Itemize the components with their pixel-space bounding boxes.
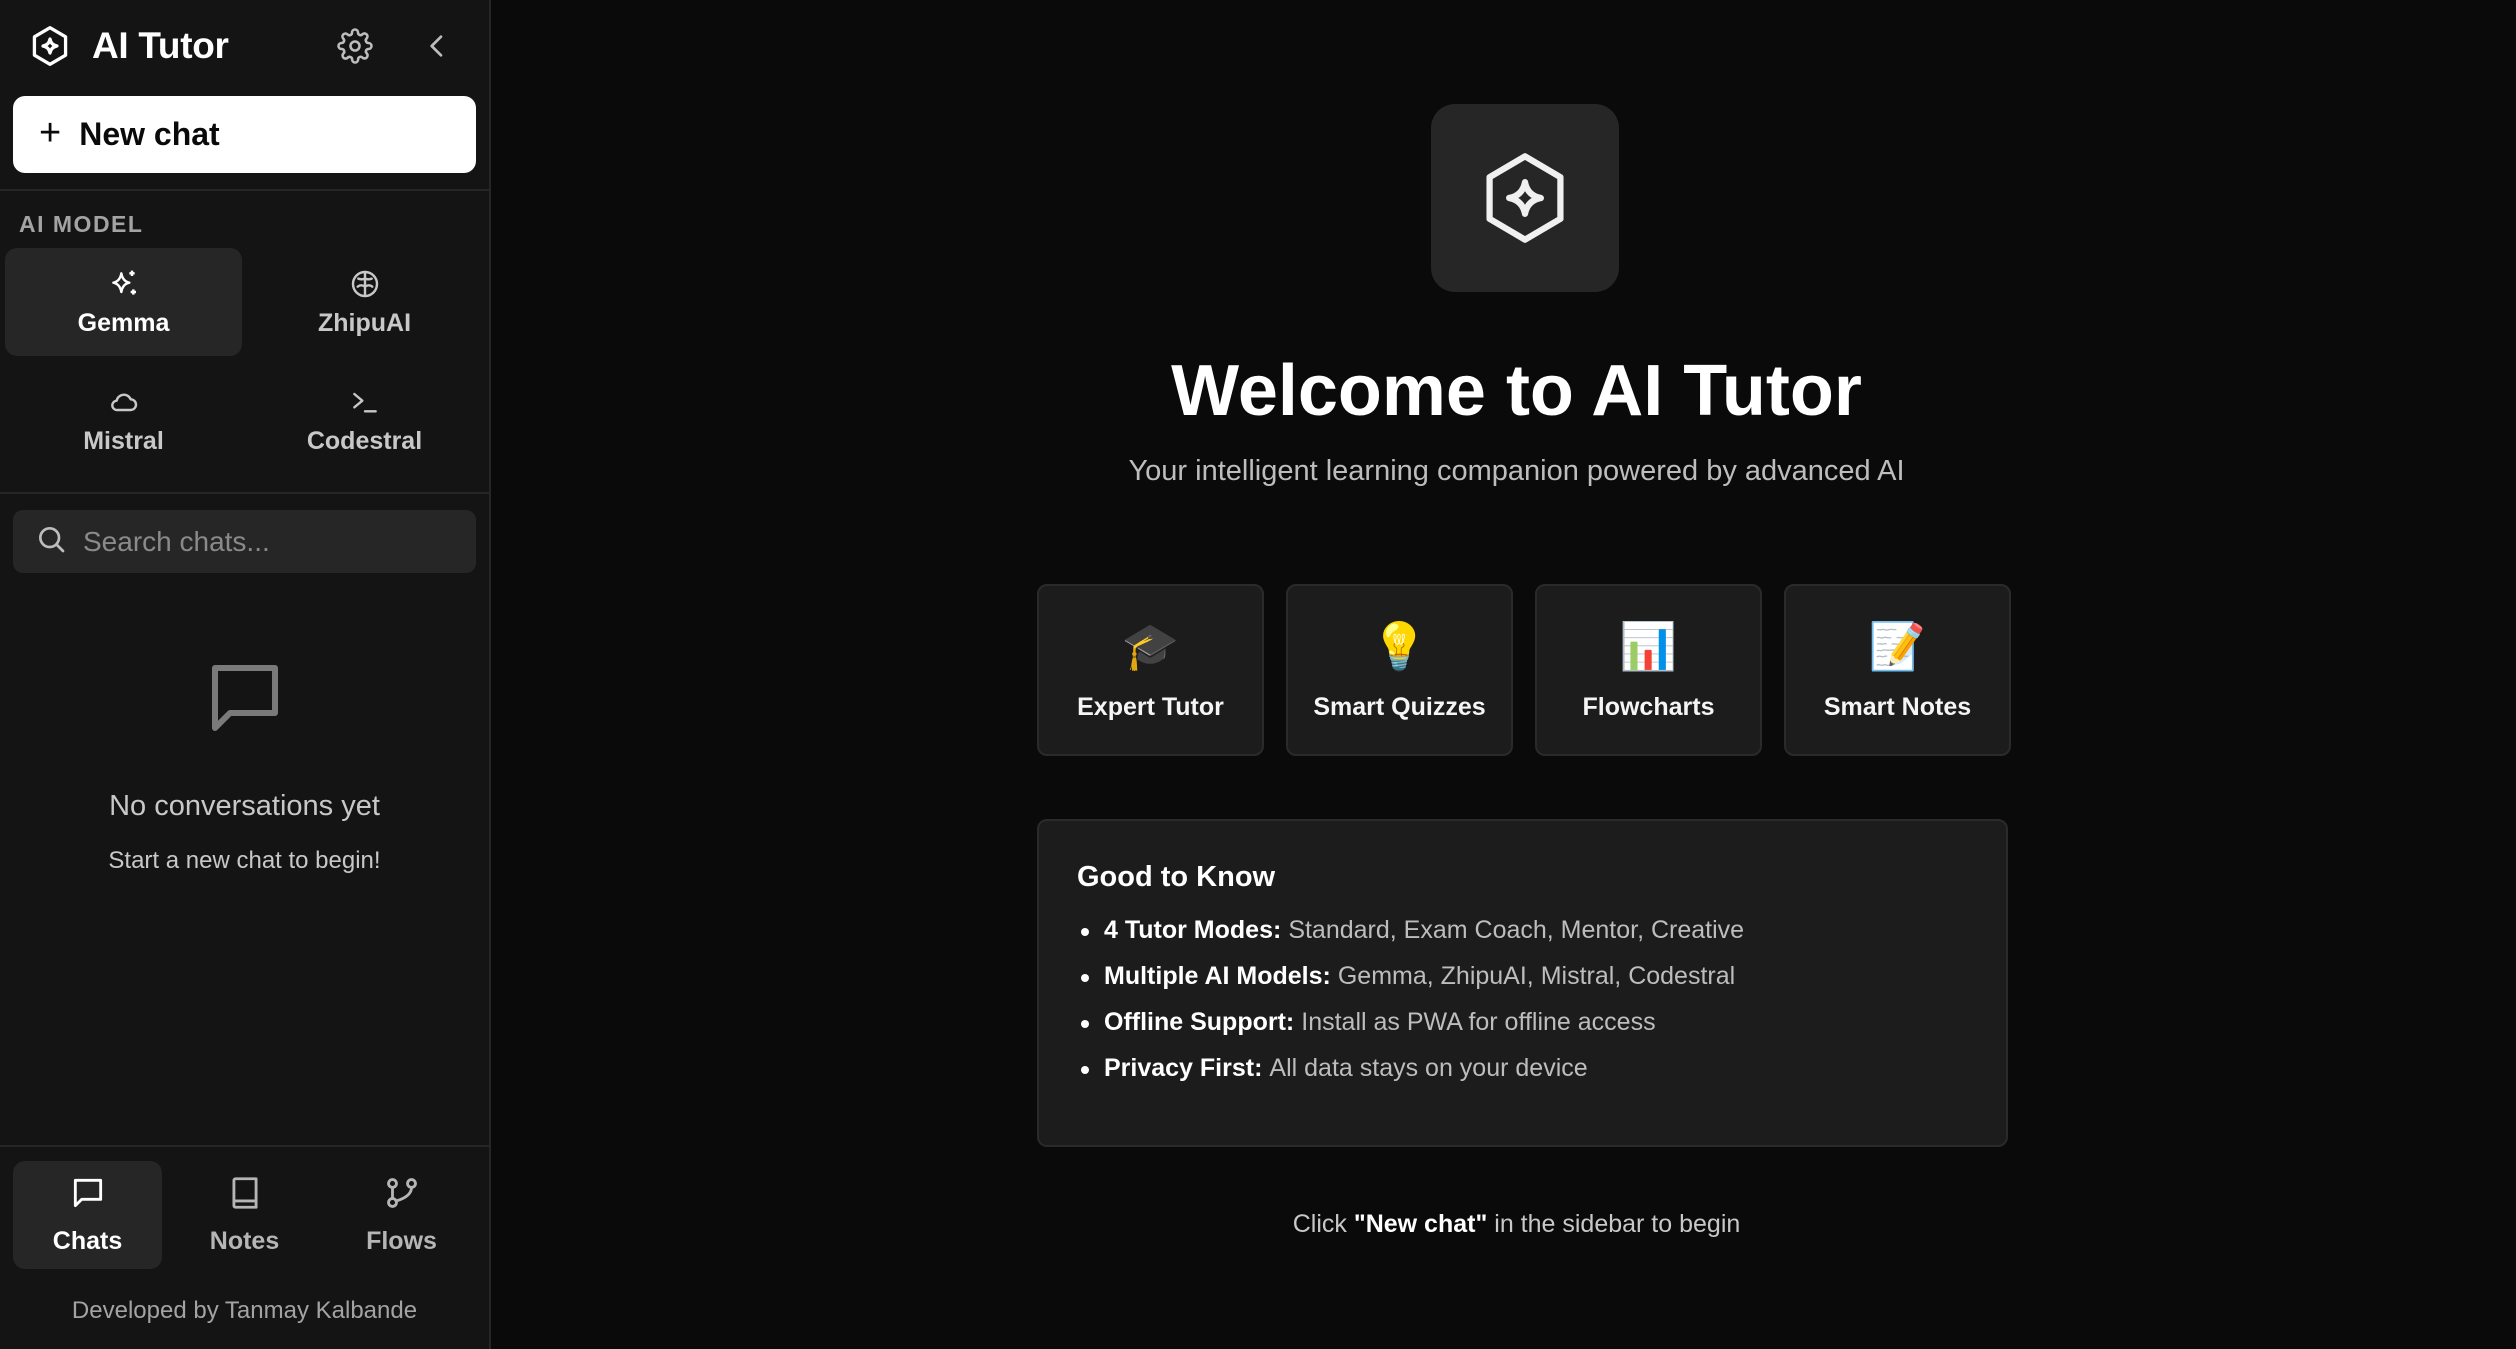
message-square-icon (200, 653, 290, 748)
item-key: 4 Tutor Modes: (1104, 916, 1282, 944)
new-chat-button[interactable]: + New chat (13, 96, 476, 173)
item-key: Privacy First: (1104, 1054, 1263, 1082)
model-selector: Gemma ZhipuAI Mistral Codestral (0, 248, 489, 492)
bottom-nav: Chats Notes Flows (0, 1145, 489, 1275)
model-label: Codestral (306, 426, 423, 455)
model-label: Mistral (83, 426, 164, 455)
item-text: Install as PWA for offline access (1301, 1008, 1656, 1036)
model-label: Gemma (77, 308, 170, 337)
empty-state-subtitle: Start a new chat to begin! (108, 847, 381, 874)
empty-state-title: No conversations yet (109, 790, 380, 822)
list-item: 4 Tutor Modes: Standard, Exam Coach, Men… (1077, 916, 1968, 945)
nav-label: Chats (52, 1227, 123, 1255)
item-text: All data stays on your device (1269, 1054, 1588, 1082)
hero-logo-icon (1431, 104, 1619, 292)
feature-label: Smart Notes (1823, 692, 1972, 721)
empty-chats-state: No conversations yet Start a new chat to… (0, 653, 489, 875)
list-item: Multiple AI Models: Gemma, ZhipuAI, Mist… (1077, 962, 1968, 991)
book-icon (226, 1174, 264, 1217)
cloud-icon (108, 385, 140, 419)
main-content: Welcome to AI Tutor Your intelligent lea… (491, 0, 2516, 1349)
model-option-gemma[interactable]: Gemma (5, 248, 242, 356)
search-icon (35, 523, 67, 560)
model-option-zhipuai[interactable]: ZhipuAI (246, 248, 483, 356)
item-key: Multiple AI Models: (1104, 962, 1331, 990)
message-square-icon (69, 1174, 107, 1217)
developer-credit: Developed by Tanmay Kalbande (71, 1297, 418, 1324)
good-to-know-panel: Good to Know 4 Tutor Modes: Standard, Ex… (1037, 819, 2008, 1147)
item-text: Gemma, ZhipuAI, Mistral, Codestral (1337, 962, 1736, 990)
list-item: Offline Support: Install as PWA for offl… (1077, 1008, 1968, 1037)
new-chat-label: New chat (79, 116, 220, 152)
settings-gear-icon[interactable] (333, 24, 377, 68)
model-option-codestral[interactable]: Codestral (246, 366, 483, 474)
feature-card-expert-tutor[interactable]: 🎓 Expert Tutor (1037, 584, 1264, 756)
item-text: Standard, Exam Coach, Mentor, Creative (1288, 916, 1745, 944)
feature-card-smart-quizzes[interactable]: 💡 Smart Quizzes (1286, 584, 1513, 756)
good-to-know-list: 4 Tutor Modes: Standard, Exam Coach, Men… (1077, 916, 1968, 1083)
model-option-mistral[interactable]: Mistral (5, 366, 242, 474)
start-hint: Click "New chat" in the sidebar to begin (504, 1210, 2516, 1239)
sidebar-footer: Chats Notes Flows Developed by Tanmay Ka… (0, 1145, 489, 1349)
feature-label: Flowcharts (1582, 692, 1715, 721)
app-root: AI Tutor + New chat AI MODEL Gemma Zhipu… (0, 0, 2516, 1349)
feature-label: Expert Tutor (1077, 692, 1224, 721)
nav-flows[interactable]: Flows (327, 1161, 476, 1269)
bullet (1081, 1020, 1089, 1028)
list-item: Privacy First: All data stays on your de… (1077, 1054, 1968, 1083)
brain-icon (349, 267, 381, 301)
bullet (1081, 974, 1089, 982)
feature-card-smart-notes[interactable]: 📝 Smart Notes (1784, 584, 2011, 756)
sidebar: AI Tutor + New chat AI MODEL Gemma Zhipu… (0, 0, 491, 1349)
nav-label: Flows (366, 1227, 437, 1255)
bullet (1081, 1066, 1089, 1074)
feature-label: Smart Quizzes (1313, 692, 1486, 721)
divider (0, 492, 489, 494)
nav-label: Notes (209, 1227, 280, 1255)
bullet (1081, 928, 1089, 936)
sparkles-icon (108, 267, 140, 301)
git-branch-icon (383, 1174, 421, 1217)
search-box (13, 510, 476, 573)
item-key: Offline Support: (1104, 1008, 1295, 1036)
nav-notes[interactable]: Notes (170, 1161, 319, 1269)
model-label: ZhipuAI (317, 308, 412, 337)
memo-icon: 📝 (1868, 619, 1927, 672)
feature-cards: 🎓 Expert Tutor 💡 Smart Quizzes 📊 Flowcha… (1037, 584, 2011, 756)
welcome-tagline: Your intelligent learning companion powe… (1128, 455, 1905, 487)
app-title: AI Tutor (92, 25, 229, 66)
ai-model-section-label: AI MODEL (19, 211, 144, 237)
terminal-icon (349, 385, 381, 419)
light-bulb-icon: 💡 (1370, 619, 1429, 672)
good-to-know-title: Good to Know (1077, 861, 1276, 893)
hint-emphasis: "New chat" (1353, 1210, 1488, 1238)
graduation-cap-icon: 🎓 (1121, 619, 1180, 672)
collapse-sidebar-chevron-left-icon[interactable] (415, 24, 459, 68)
sidebar-header: AI Tutor (0, 0, 489, 92)
nav-chats[interactable]: Chats (13, 1161, 162, 1269)
plus-icon: + (39, 111, 62, 154)
bar-chart-icon: 📊 (1619, 619, 1678, 672)
hint-prefix: Click (1292, 1210, 1347, 1238)
hint-suffix: in the sidebar to begin (1494, 1210, 1741, 1238)
welcome-title: Welcome to AI Tutor (1171, 351, 1862, 431)
feature-card-flowcharts[interactable]: 📊 Flowcharts (1535, 584, 1762, 756)
logo-icon (28, 24, 72, 68)
search-chats-input[interactable] (83, 525, 454, 558)
